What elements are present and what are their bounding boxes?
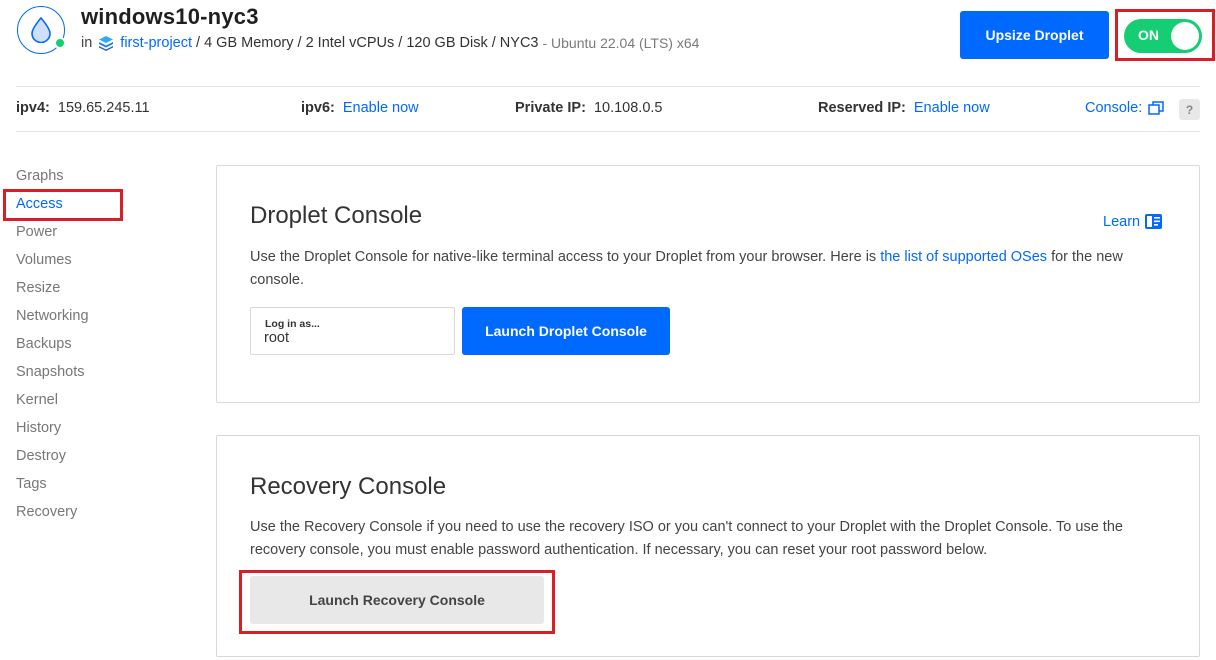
droplet-icon — [31, 17, 51, 43]
in-label: in — [81, 35, 93, 51]
ipv6-info: ipv6: Enable now — [301, 100, 419, 116]
reserved-ip-label: Reserved IP: — [818, 100, 906, 116]
droplet-subline: in first-project / 4 GB Memory / 2 Intel… — [81, 35, 699, 51]
recovery-console-description: Use the Recovery Console if you need to … — [250, 519, 1123, 558]
console-link[interactable]: Console: — [1085, 100, 1164, 116]
recovery-button-highlight — [239, 570, 555, 634]
private-ip-label: Private IP: — [515, 100, 586, 116]
sidebar-item-graphs[interactable]: Graphs — [16, 168, 64, 184]
power-toggle-label: ON — [1138, 27, 1159, 43]
sidebar-item-resize[interactable]: Resize — [16, 280, 60, 296]
droplet-specs: / 4 GB Memory / 2 Intel vCPUs / 120 GB D… — [196, 35, 539, 51]
status-indicator — [54, 37, 66, 49]
droplet-console-panel: Droplet Console Learn Use the Droplet Co… — [216, 165, 1200, 403]
learn-link[interactable]: Learn — [1103, 213, 1163, 230]
sidebar-item-tags[interactable]: Tags — [16, 476, 47, 492]
login-as-label: Log in as... — [265, 318, 320, 330]
sidebar-item-power[interactable]: Power — [16, 224, 57, 240]
sidebar-item-snapshots[interactable]: Snapshots — [16, 364, 85, 380]
upsize-droplet-button[interactable]: Upsize Droplet — [960, 11, 1109, 59]
sidebar-item-backups[interactable]: Backups — [16, 336, 72, 352]
console-label: Console: — [1085, 100, 1143, 116]
droplet-os: - Ubuntu 22.04 (LTS) x64 — [542, 35, 700, 51]
access-highlight — [3, 189, 123, 221]
sidebar-item-history[interactable]: History — [16, 420, 61, 436]
learn-label: Learn — [1103, 213, 1141, 230]
login-user-input[interactable] — [264, 330, 444, 346]
supported-oses-link[interactable]: the list of supported OSes — [880, 249, 1047, 265]
ip-bar: ipv4: 159.65.245.11 ipv6: Enable now Pri… — [16, 86, 1200, 132]
ipv4-info: ipv4: 159.65.245.11 — [16, 100, 150, 116]
sidebar-item-networking[interactable]: Networking — [16, 308, 89, 324]
reserved-ip-info: Reserved IP: Enable now — [818, 100, 990, 116]
ipv4-label: ipv4: — [16, 100, 50, 116]
sidebar-item-volumes[interactable]: Volumes — [16, 252, 72, 268]
ipv4-value[interactable]: 159.65.245.11 — [58, 100, 150, 116]
help-icon[interactable]: ? — [1179, 99, 1200, 120]
private-ip-value[interactable]: 10.108.0.5 — [594, 100, 663, 116]
external-window-icon — [1148, 101, 1164, 115]
private-ip-info: Private IP: 10.108.0.5 — [515, 100, 663, 116]
launch-droplet-console-button[interactable]: Launch Droplet Console — [462, 307, 670, 355]
reserved-ip-enable-link[interactable]: Enable now — [914, 100, 990, 116]
droplet-console-description: Use the Droplet Console for native-like … — [250, 246, 1160, 292]
sidebar-item-destroy[interactable]: Destroy — [16, 448, 66, 464]
droplet-name: windows10-nyc3 — [81, 4, 259, 29]
project-link[interactable]: first-project — [120, 35, 192, 51]
droplet-console-title: Droplet Console — [250, 202, 423, 229]
power-toggle-knob — [1171, 22, 1199, 50]
login-as-field[interactable]: Log in as... — [250, 307, 455, 355]
sidebar-item-recovery[interactable]: Recovery — [16, 504, 77, 520]
droplet-console-desc-before: Use the Droplet Console for native-like … — [250, 249, 881, 265]
ipv6-label: ipv6: — [301, 100, 335, 116]
doc-icon — [1145, 214, 1163, 229]
recovery-console-title: Recovery Console — [250, 473, 447, 500]
ipv6-enable-link[interactable]: Enable now — [343, 100, 419, 116]
project-icon — [99, 36, 114, 51]
power-toggle[interactable]: ON — [1124, 19, 1202, 53]
sidebar-item-kernel[interactable]: Kernel — [16, 392, 58, 408]
